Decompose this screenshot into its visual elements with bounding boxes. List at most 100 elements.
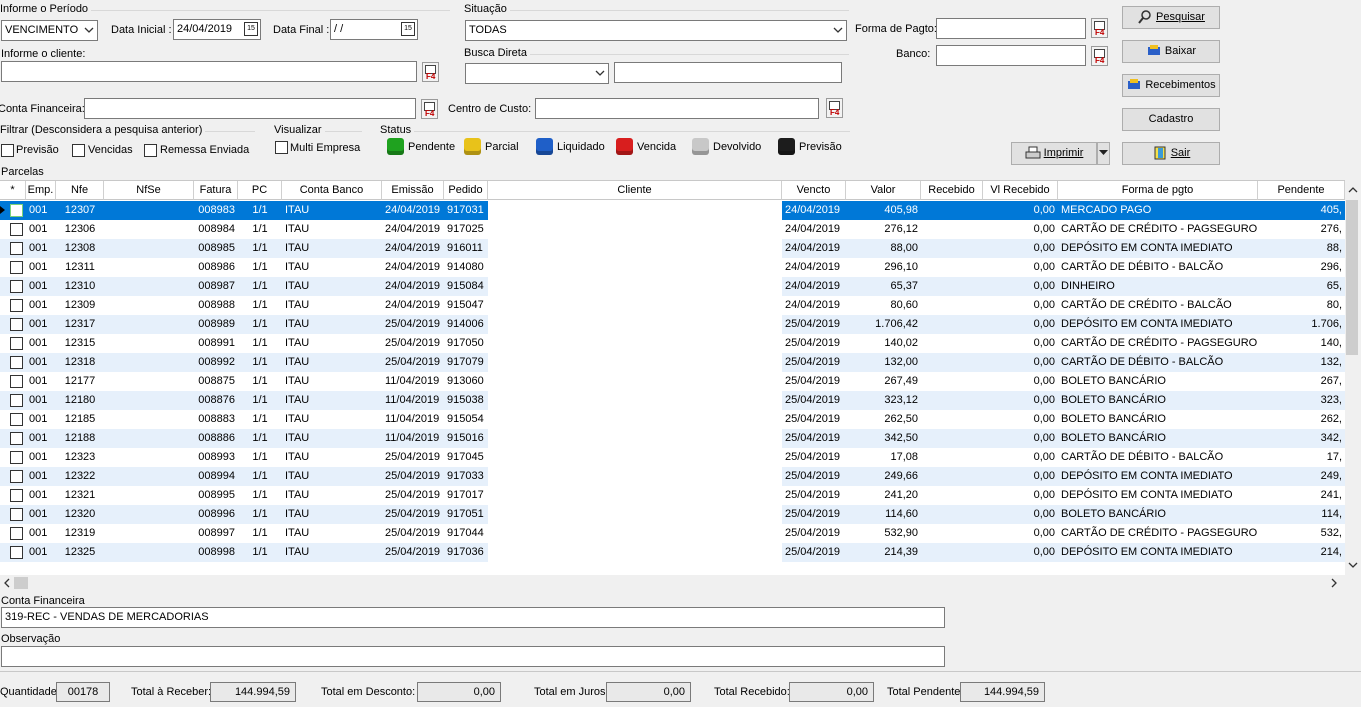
chevron-left-icon[interactable] xyxy=(0,575,14,591)
calendar-icon[interactable]: 15 xyxy=(244,22,258,36)
column-header-forma-pgto[interactable]: Forma de pgto xyxy=(1058,181,1258,200)
f4-lookup-icon[interactable]: F4 xyxy=(1091,18,1108,38)
column-header-vencto[interactable]: Vencto xyxy=(782,181,846,200)
cell-nfe: 12180 xyxy=(64,394,96,406)
recebimentos-button[interactable]: Recebimentos xyxy=(1122,74,1220,97)
column-header-vl-recebido[interactable]: Vl Recebido xyxy=(983,181,1058,200)
table-row[interactable]: 001 12318 008992 1/1 ITAU 25/04/2019 917079 25/… xyxy=(0,353,1345,372)
periodo-select[interactable]: VENCIMENTO xyxy=(1,20,98,41)
row-checkbox[interactable] xyxy=(10,508,23,521)
horizontal-scrollbar[interactable] xyxy=(0,575,1345,591)
scroll-thumb[interactable] xyxy=(1346,200,1358,355)
row-checkbox[interactable] xyxy=(10,242,23,255)
column-header-pendente[interactable]: Pendente xyxy=(1258,181,1345,200)
row-checkbox[interactable] xyxy=(10,470,23,483)
row-checkbox[interactable] xyxy=(10,318,23,331)
row-checkbox[interactable] xyxy=(10,489,23,502)
column-header-pedido[interactable]: Pedido xyxy=(444,181,488,200)
row-checkbox[interactable] xyxy=(10,299,23,312)
row-checkbox[interactable] xyxy=(10,451,23,464)
cell-vencto: 24/04/2019 xyxy=(785,204,841,216)
table-row[interactable]: 001 12320 008996 1/1 ITAU 25/04/2019 917051 25/… xyxy=(0,505,1345,524)
centro-custo-input[interactable] xyxy=(535,98,819,119)
column-header-emp[interactable]: Emp. xyxy=(26,181,56,200)
table-row[interactable]: 001 12180 008876 1/1 ITAU 11/04/2019 915038 25/… xyxy=(0,391,1345,410)
table-row[interactable]: 001 12307 008983 1/1 ITAU 24/04/2019 917031 24/… xyxy=(0,201,1345,220)
vencidas-checkbox[interactable] xyxy=(72,144,85,157)
table-row[interactable]: 001 12309 008988 1/1 ITAU 24/04/2019 915047 24/… xyxy=(0,296,1345,315)
previsao-checkbox[interactable] xyxy=(1,144,14,157)
row-checkbox[interactable] xyxy=(10,223,23,236)
column-header-cliente[interactable]: Cliente xyxy=(488,181,782,200)
cell-nfe: 12310 xyxy=(64,280,96,292)
row-checkbox[interactable] xyxy=(10,394,23,407)
calendar-icon[interactable]: 15 xyxy=(401,22,415,36)
row-checkbox[interactable] xyxy=(10,527,23,540)
table-row[interactable]: 001 12177 008875 1/1 ITAU 11/04/2019 913060 25/… xyxy=(0,372,1345,391)
row-checkbox[interactable] xyxy=(10,337,23,350)
pesquisar-button[interactable]: Pesquisar xyxy=(1122,6,1220,29)
table-row[interactable]: 001 12323 008993 1/1 ITAU 25/04/2019 917045 25/… xyxy=(0,448,1345,467)
column-header-fatura[interactable]: Fatura xyxy=(194,181,238,200)
row-checkbox[interactable] xyxy=(10,413,23,426)
table-row[interactable]: 001 12311 008986 1/1 ITAU 24/04/2019 914080 24/… xyxy=(0,258,1345,277)
cliente-input[interactable] xyxy=(1,61,417,82)
remessa-checkbox[interactable] xyxy=(144,144,157,157)
column-header-emissao[interactable]: Emissão xyxy=(382,181,444,200)
table-row[interactable]: 001 12308 008985 1/1 ITAU 24/04/2019 916011 24/… xyxy=(0,239,1345,258)
cadastro-button[interactable]: Cadastro xyxy=(1122,108,1220,131)
cell-cliente xyxy=(488,543,782,562)
column-header-pc[interactable]: PC xyxy=(238,181,282,200)
scroll-thumb[interactable] xyxy=(14,577,28,589)
data-inicial-input[interactable]: 24/04/2019 15 xyxy=(173,19,261,40)
vertical-scrollbar[interactable] xyxy=(1345,180,1361,575)
table-row[interactable]: 001 12325 008998 1/1 ITAU 25/04/2019 917036 25/… xyxy=(0,543,1345,562)
sair-button[interactable]: Sair xyxy=(1122,142,1220,165)
row-checkbox[interactable] xyxy=(10,261,23,274)
table-row[interactable]: 001 12310 008987 1/1 ITAU 24/04/2019 915084 24/… xyxy=(0,277,1345,296)
imprimir-dropdown[interactable] xyxy=(1097,142,1110,165)
column-header-star[interactable]: * xyxy=(0,181,26,200)
f4-lookup-icon[interactable]: F4 xyxy=(1091,46,1108,66)
column-header-nfse[interactable]: NfSe xyxy=(104,181,194,200)
multi-empresa-checkbox[interactable] xyxy=(275,141,288,154)
column-header-nfe[interactable]: Nfe xyxy=(56,181,104,200)
table-row[interactable]: 001 12188 008886 1/1 ITAU 11/04/2019 915016 25/… xyxy=(0,429,1345,448)
conta-financeira-input[interactable] xyxy=(84,98,416,119)
row-checkbox[interactable] xyxy=(10,432,23,445)
banco-input[interactable] xyxy=(936,45,1086,66)
chevron-down-icon[interactable] xyxy=(1345,557,1361,573)
row-checkbox[interactable] xyxy=(10,546,23,559)
observacao-field[interactable] xyxy=(1,646,945,667)
column-header-conta-banco[interactable]: Conta Banco xyxy=(282,181,382,200)
table-row[interactable]: 001 12317 008989 1/1 ITAU 25/04/2019 914006 25/… xyxy=(0,315,1345,334)
chevron-right-icon[interactable] xyxy=(1327,575,1341,591)
data-final-input[interactable]: / / 15 xyxy=(330,19,418,40)
row-checkbox[interactable] xyxy=(10,280,23,293)
imprimir-button[interactable]: Imprimir xyxy=(1011,142,1097,165)
row-checkbox[interactable] xyxy=(10,375,23,388)
table-row[interactable]: 001 12319 008997 1/1 ITAU 25/04/2019 917044 25/… xyxy=(0,524,1345,543)
table-row[interactable]: 001 12321 008995 1/1 ITAU 25/04/2019 917017 25/… xyxy=(0,486,1345,505)
chevron-up-icon[interactable] xyxy=(1345,182,1361,198)
column-header-recebido[interactable]: Recebido xyxy=(921,181,983,200)
situacao-select[interactable]: TODAS xyxy=(465,20,847,41)
baixar-button[interactable]: Baixar xyxy=(1122,40,1220,63)
busca-direta-select[interactable] xyxy=(465,63,609,84)
f4-lookup-icon[interactable]: F4 xyxy=(422,62,439,82)
busca-direta-input[interactable] xyxy=(614,62,842,83)
row-checkbox[interactable] xyxy=(10,204,23,217)
cell-emissao: 24/04/2019 xyxy=(385,299,441,311)
table-row[interactable]: 001 12306 008984 1/1 ITAU 24/04/2019 917025 24/… xyxy=(0,220,1345,239)
column-header-valor[interactable]: Valor xyxy=(846,181,921,200)
table-row[interactable]: 001 12315 008991 1/1 ITAU 25/04/2019 917050 25/… xyxy=(0,334,1345,353)
f4-lookup-icon[interactable]: F4 xyxy=(826,98,843,118)
row-checkbox[interactable] xyxy=(10,356,23,369)
cell-valor: 249,66 xyxy=(884,470,918,482)
f4-lookup-icon[interactable]: F4 xyxy=(421,99,438,119)
table-row[interactable]: 001 12322 008994 1/1 ITAU 25/04/2019 917033 25/… xyxy=(0,467,1345,486)
parcelas-grid[interactable]: * Emp. Nfe NfSe Fatura PC Conta Banco Emissão Pe… xyxy=(0,180,1345,575)
cell-conta-banco: ITAU xyxy=(285,337,310,349)
forma-pagto-input[interactable] xyxy=(936,18,1086,39)
table-row[interactable]: 001 12185 008883 1/1 ITAU 11/04/2019 915054 25/… xyxy=(0,410,1345,429)
